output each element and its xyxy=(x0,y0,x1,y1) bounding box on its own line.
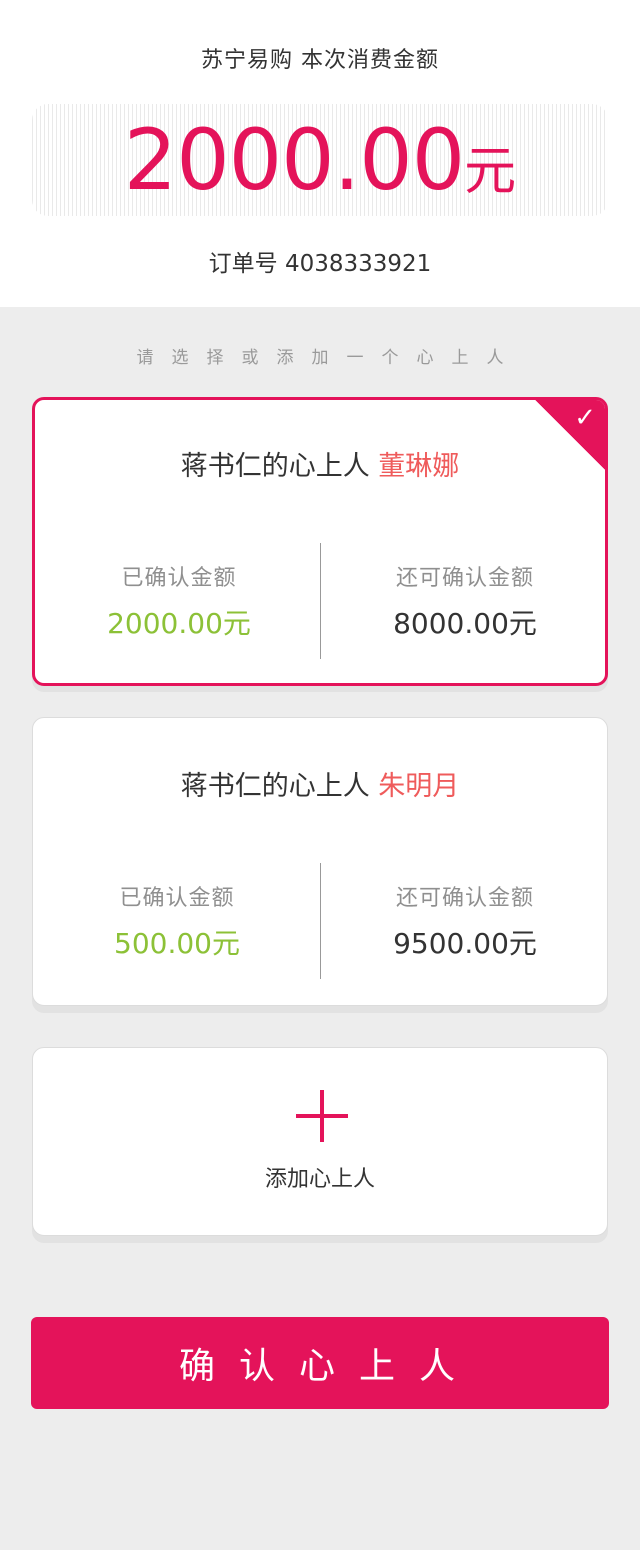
confirmed-column: 已确认金额 500.00元 xyxy=(33,880,321,962)
card-title: 蒋书仁的心上人 朱明月 xyxy=(33,764,607,803)
confirmed-label: 已确认金额 xyxy=(121,566,237,591)
add-sweetheart-card[interactable]: 添加心上人 xyxy=(32,1047,608,1236)
confirmed-value: 2000.00元 xyxy=(107,607,251,640)
remaining-value: 9500.00元 xyxy=(393,927,537,960)
payment-amount: 2000.00元 xyxy=(0,110,640,234)
confirmed-label: 已确认金额 xyxy=(119,886,235,911)
select-prompt: 请选择或添加一个心上人 xyxy=(136,348,522,368)
sweetheart-card-1[interactable]: ✓ 蒋书仁的心上人 董琳娜 已确认金额 2000.00元 还可确认金额 8000… xyxy=(32,397,608,686)
confirmed-value: 500.00元 xyxy=(114,927,240,960)
add-sweetheart-label: 添加心上人 xyxy=(264,1167,375,1192)
confirm-sweetheart-button[interactable]: 确认心上人 xyxy=(31,1317,609,1409)
remaining-value: 8000.00元 xyxy=(393,607,537,640)
order-label: 订单号 xyxy=(208,251,278,277)
plus-icon xyxy=(296,1090,348,1142)
sweetheart-name: 朱明月 xyxy=(378,771,460,802)
sweetheart-card-2[interactable]: 蒋书仁的心上人 朱明月 已确认金额 500.00元 还可确认金额 9500.00… xyxy=(32,717,608,1006)
amount-unit: 元 xyxy=(464,142,517,202)
confirmed-column: 已确认金额 2000.00元 xyxy=(35,560,323,642)
order-number: 4038333921 xyxy=(284,251,432,277)
check-icon: ✓ xyxy=(574,403,596,433)
remaining-column: 还可确认金额 8000.00元 xyxy=(321,560,605,642)
card-title: 蒋书仁的心上人 董琳娜 xyxy=(35,444,605,483)
order-number-line: 订单号 4038333921 xyxy=(0,244,640,278)
payment-summary: 苏宁易购 本次消费金额 2000.00元 订单号 4038333921 xyxy=(0,0,640,307)
card-title-prefix: 蒋书仁的心上人 xyxy=(180,771,370,802)
remaining-label: 还可确认金额 xyxy=(395,566,534,591)
remaining-column: 还可确认金额 9500.00元 xyxy=(321,880,607,962)
sweetheart-name: 董琳娜 xyxy=(378,451,460,482)
merchant-title: 苏宁易购 本次消费金额 xyxy=(201,48,439,73)
amount-value: 2000.00 xyxy=(123,111,465,209)
remaining-label: 还可确认金额 xyxy=(395,886,534,911)
card-title-prefix: 蒋书仁的心上人 xyxy=(180,451,370,482)
